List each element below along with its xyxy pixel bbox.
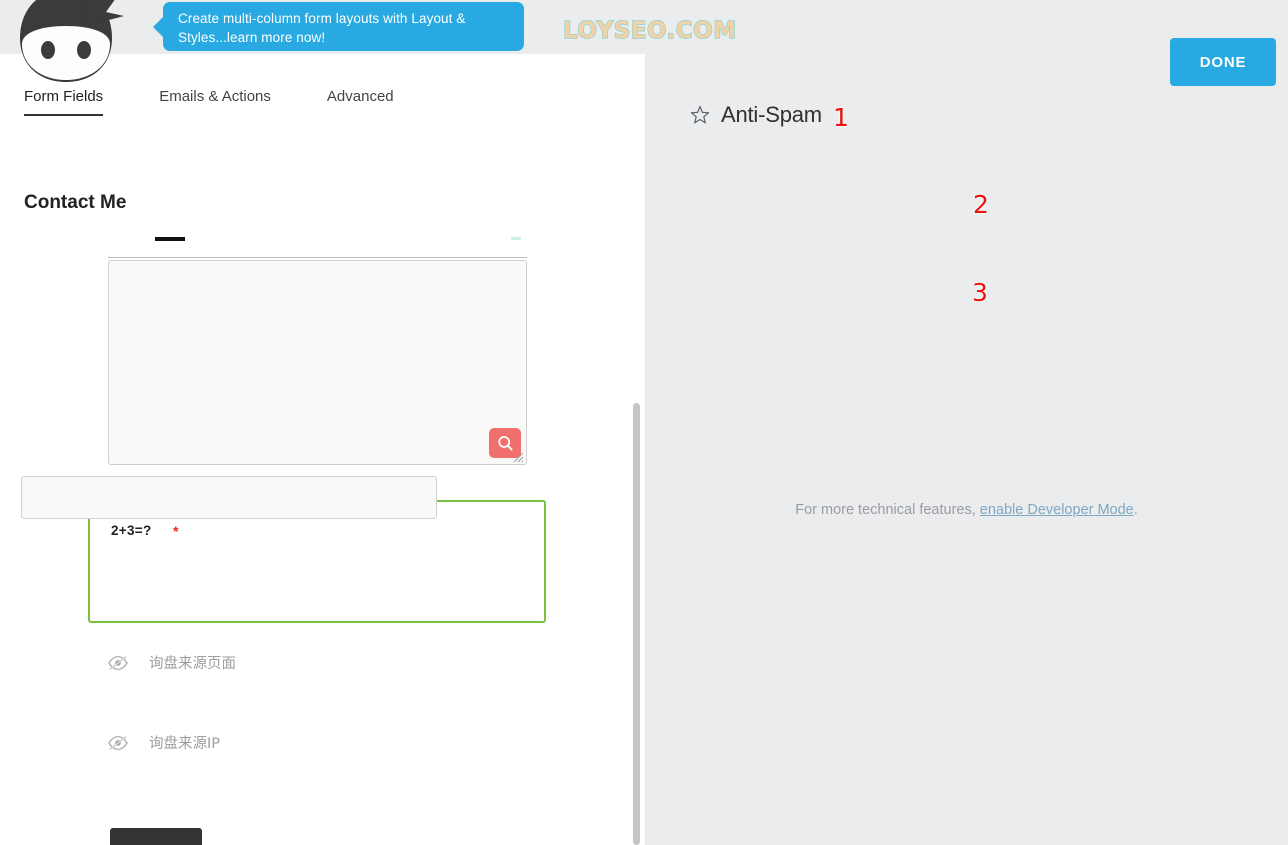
developer-mode-note: For more technical features, enable Deve…	[645, 502, 1288, 518]
promo-tooltip-text: Create multi-column form layouts with La…	[178, 11, 466, 45]
tab-advanced[interactable]: Advanced	[327, 88, 394, 116]
done-button[interactable]: DONE	[1170, 38, 1276, 86]
clipped-accent-above	[511, 237, 521, 240]
required-asterisk: *	[173, 523, 179, 539]
ninja-forms-builder: Create multi-column form layouts with La…	[0, 0, 1288, 845]
site-watermark: LOYSEO.COM	[562, 17, 737, 44]
settings-panel-heading: Anti-Spam	[690, 102, 822, 128]
tab-emails-actions[interactable]: Emails & Actions	[159, 88, 271, 116]
antispam-field-label: 2+3=?	[111, 523, 152, 538]
form-title: Contact Me	[24, 192, 127, 213]
annotation-marker-1: 1	[833, 103, 849, 132]
magnifier-icon	[497, 435, 513, 451]
clipped-field-label-above	[155, 237, 185, 241]
hidden-field-label: 询盘来源页面	[149, 656, 236, 672]
hidden-field-source-page[interactable]: 询盘来源页面	[108, 652, 236, 673]
preview-scrollbar-thumb[interactable]	[633, 403, 640, 845]
enable-developer-mode-link[interactable]: enable Developer Mode	[980, 502, 1134, 518]
bubble-tail	[153, 16, 164, 38]
resize-grip-icon[interactable]	[511, 450, 524, 463]
form-fields-scroll-area: 2+3=? * 询盘来源页面 询盘来源IP	[0, 237, 645, 845]
annotation-marker-3: 3	[972, 278, 988, 307]
submit-button-preview[interactable]: SUBMIT	[110, 828, 202, 845]
hidden-field-source-ip[interactable]: 询盘来源IP	[108, 732, 220, 753]
settings-panel-title: Anti-Spam	[721, 102, 822, 127]
hidden-field-label: 询盘来源IP	[149, 736, 221, 752]
message-field-top-rule	[108, 257, 527, 258]
annotation-marker-2: 2	[973, 190, 989, 219]
eye-slash-icon	[108, 735, 128, 750]
developer-note-suffix: .	[1133, 502, 1138, 518]
star-outline-icon[interactable]	[690, 105, 710, 125]
eye-slash-icon	[108, 655, 128, 670]
antispam-answer-input-preview[interactable]	[21, 476, 437, 519]
message-textarea-field[interactable]	[108, 260, 527, 465]
field-settings-panel: Anti-Spam QUESTION ANSWER DISPLAY For mo…	[645, 54, 1288, 845]
promo-tooltip-bubble[interactable]: Create multi-column form layouts with La…	[153, 2, 524, 51]
form-preview-panel: Form Fields Emails & Actions Advanced Co…	[0, 54, 645, 845]
developer-note-prefix: For more technical features,	[795, 502, 980, 518]
ninja-forms-mascot-logo	[2, 0, 130, 94]
